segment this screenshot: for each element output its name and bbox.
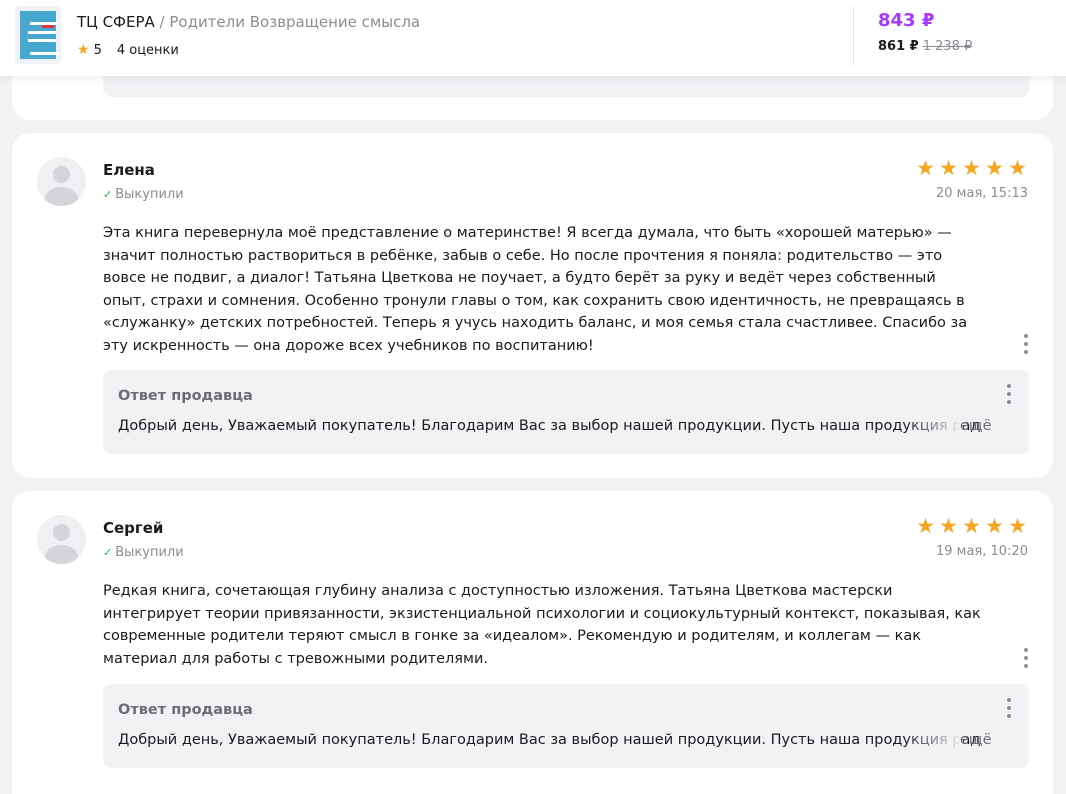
reply-fade [903,728,963,754]
review-author: Сергей [103,519,164,537]
avatar [37,515,86,564]
review-date: 20 мая, 15:13 [936,186,1028,201]
book-cover-image [20,11,59,59]
check-icon: ✓ [103,546,113,559]
price-row: 861 ₽1 238 ₽ [878,39,972,54]
reply-more-menu-icon[interactable] [1006,384,1012,404]
review-text: Эта книга перевернула моё представление … [103,225,968,354]
review-more-menu-icon[interactable] [1023,334,1029,354]
check-icon: ✓ [103,188,113,201]
star-icon: ★ [1008,514,1027,538]
brand-link[interactable]: ТЦ СФЕРА [77,13,155,31]
product-name: Родители Возвращение смысла [169,13,421,31]
star-icon: ★ [962,156,981,180]
star-icon: ★ [985,514,1004,538]
product-title: ТЦ СФЕРА / Родители Возвращение смысла [77,13,420,31]
product-rating[interactable]: ★ 5 4 оценки [77,42,179,58]
seller-reply-text: Добрый день, Уважаемый покупатель! Благо… [118,418,980,434]
purchase-status-label: Выкупили [115,187,184,202]
review-text: Редкая книга, сочетающая глубину анализа… [103,583,981,667]
reply-more-menu-icon[interactable] [1006,698,1012,718]
rating-value: 5 [93,42,102,58]
book-cover-thumbnail[interactable] [15,6,61,64]
review-more-menu-icon[interactable] [1023,648,1029,668]
avatar [37,157,86,206]
seller-reply: Ответ продавца Добрый день, Уважаемый по… [103,684,1029,768]
price-old: 1 238 ₽ [922,39,973,54]
star-icon: ★ [962,514,981,538]
seller-reply-title: Ответ продавца [118,388,253,404]
purchase-status: ✓ Выкупили [103,187,184,202]
purchase-status-label: Выкупили [115,545,184,560]
review-stars: ★ ★ ★ ★ ★ [915,157,1028,179]
review-stars: ★ ★ ★ ★ ★ [915,515,1028,537]
title-separator: / [154,13,170,31]
price-alt: 861 ₽ [878,39,919,54]
star-icon: ★ [985,156,1004,180]
seller-reply-text: Добрый день, Уважаемый покупатель! Благо… [118,732,980,748]
review-author: Елена [103,161,155,179]
review-card: Елена ✓ Выкупили ★ ★ ★ ★ ★ 20 мая, 15:13… [12,133,1053,478]
star-icon: ★ [916,514,935,538]
price-current: 843 ₽ [878,10,935,31]
purchase-status: ✓ Выкупили [103,545,184,560]
header-divider [853,6,854,66]
star-icon: ★ [916,156,935,180]
star-icon: ★ [77,42,90,58]
product-header: ТЦ СФЕРА / Родители Возвращение смысла ★… [0,0,1066,76]
star-icon: ★ [939,156,958,180]
reply-expand-link[interactable]: ещё [960,732,992,748]
seller-reply-title: Ответ продавца [118,702,253,718]
review-card: Сергей ✓ Выкупили ★ ★ ★ ★ ★ 19 мая, 10:2… [12,491,1053,794]
review-date: 19 мая, 10:20 [936,544,1028,559]
star-icon: ★ [1008,156,1027,180]
ratings-count: 4 оценки [116,42,179,58]
reply-fade [903,414,963,440]
star-icon: ★ [939,514,958,538]
reply-expand-link[interactable]: ещё [960,418,992,434]
seller-reply: Ответ продавца Добрый день, Уважаемый по… [103,370,1029,454]
